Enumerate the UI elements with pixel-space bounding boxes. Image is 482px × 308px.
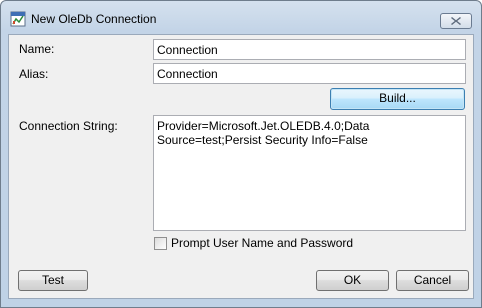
- dialog-window: New OleDb Connection Name: Connection Al…: [0, 0, 482, 308]
- title-bar[interactable]: New OleDb Connection: [1, 1, 481, 35]
- name-label: Name:: [19, 42, 55, 56]
- prompt-checkbox[interactable]: [154, 237, 167, 250]
- dialog-client-area: Name: Connection Alias: Connection Build…: [8, 34, 474, 299]
- close-icon: [451, 17, 461, 25]
- connection-string-input[interactable]: Provider=Microsoft.Jet.OLEDB.4.0;Data So…: [153, 115, 466, 231]
- build-button[interactable]: Build...: [330, 88, 465, 110]
- alias-input[interactable]: Connection: [153, 63, 466, 84]
- close-button[interactable]: [440, 13, 472, 29]
- prompt-checkbox-label[interactable]: Prompt User Name and Password: [171, 236, 353, 250]
- test-button[interactable]: Test: [18, 270, 88, 291]
- connection-string-label: Connection String:: [19, 119, 118, 133]
- name-input[interactable]: Connection: [153, 39, 466, 60]
- ok-button[interactable]: OK: [316, 270, 389, 291]
- app-icon: [10, 11, 26, 27]
- cancel-button[interactable]: Cancel: [396, 270, 469, 291]
- window-title: New OleDb Connection: [31, 12, 157, 26]
- alias-label: Alias:: [19, 67, 49, 81]
